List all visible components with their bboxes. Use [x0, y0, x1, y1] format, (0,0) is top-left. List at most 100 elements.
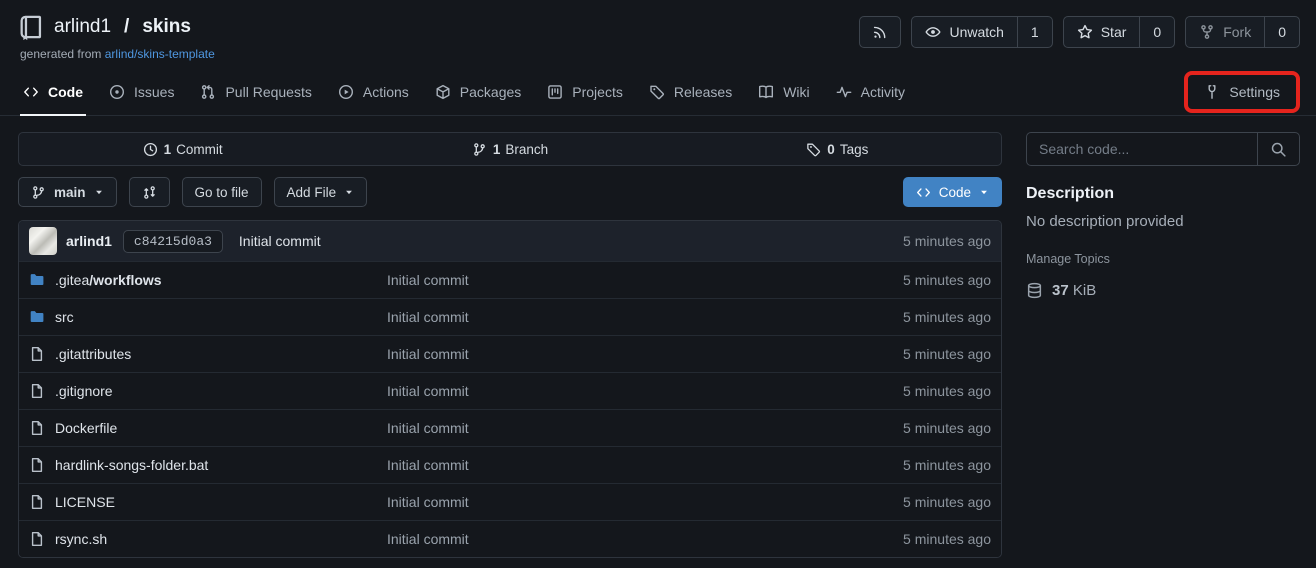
- repo-owner-link[interactable]: arlind1: [54, 16, 111, 38]
- clock-icon: [143, 142, 158, 157]
- file-commit-time: 5 minutes ago: [841, 272, 991, 288]
- unwatch-button[interactable]: Unwatch 1: [911, 16, 1052, 48]
- eye-icon: [925, 24, 941, 40]
- file-icon: [29, 346, 45, 362]
- file-commit-message[interactable]: Initial commit: [387, 420, 841, 436]
- file-link[interactable]: src: [29, 309, 387, 325]
- commit-hash-link[interactable]: c84215d0a3: [123, 230, 223, 253]
- file-link[interactable]: LICENSE: [29, 494, 387, 510]
- actions-icon: [338, 84, 354, 100]
- file-link[interactable]: .gitea/workflows: [29, 272, 387, 288]
- rss-button[interactable]: [859, 16, 901, 48]
- code-download-button[interactable]: Code: [903, 177, 1002, 207]
- fork-button[interactable]: Fork 0: [1185, 16, 1300, 48]
- search-icon: [1270, 141, 1287, 158]
- tab-code[interactable]: Code: [10, 69, 96, 115]
- commit-author-link[interactable]: arlind1: [66, 233, 112, 249]
- table-row: src Initial commit 5 minutes ago: [19, 298, 1001, 335]
- add-file-button[interactable]: Add File: [274, 177, 368, 207]
- commits-stat[interactable]: 1Commit: [19, 133, 346, 165]
- commit-message-link[interactable]: Initial commit: [239, 233, 321, 249]
- file-icon: [29, 494, 45, 510]
- branches-stat[interactable]: 1Branch: [346, 133, 673, 165]
- file-link[interactable]: .gitattributes: [29, 346, 387, 362]
- file-commit-message[interactable]: Initial commit: [387, 346, 841, 362]
- table-row: LICENSE Initial commit 5 minutes ago: [19, 483, 1001, 520]
- description-title: Description: [1026, 185, 1300, 203]
- book-open-icon: [758, 84, 774, 100]
- file-icon: [29, 420, 45, 436]
- pulse-icon: [836, 84, 852, 100]
- file-commit-time: 5 minutes ago: [841, 531, 991, 547]
- tab-pull-requests[interactable]: Pull Requests: [187, 69, 324, 115]
- repo-icon: [18, 14, 44, 40]
- tags-stat[interactable]: 0Tags: [674, 133, 1001, 165]
- table-row: .gitignore Initial commit 5 minutes ago: [19, 372, 1001, 409]
- chevron-down-icon: [344, 187, 354, 197]
- template-repo-link[interactable]: arlind/skins-template: [105, 47, 215, 61]
- file-commit-message[interactable]: Initial commit: [387, 383, 841, 399]
- file-commit-message[interactable]: Initial commit: [387, 531, 841, 547]
- tab-activity[interactable]: Activity: [823, 69, 918, 115]
- code-icon: [916, 185, 931, 200]
- commit-time: 5 minutes ago: [903, 233, 991, 249]
- file-commit-time: 5 minutes ago: [841, 309, 991, 325]
- latest-commit-row: arlind1 c84215d0a3 Initial commit 5 minu…: [19, 221, 1001, 261]
- star-label: Star: [1101, 24, 1127, 40]
- star-icon: [1077, 24, 1093, 40]
- go-to-file-button[interactable]: Go to file: [182, 177, 262, 207]
- tag-icon: [806, 142, 821, 157]
- tab-settings[interactable]: Settings: [1184, 71, 1300, 113]
- star-count[interactable]: 0: [1139, 17, 1174, 47]
- compare-icon: [142, 185, 157, 200]
- project-icon: [547, 84, 563, 100]
- tab-issues[interactable]: Issues: [96, 69, 187, 115]
- compare-button[interactable]: [129, 177, 170, 207]
- branch-icon: [31, 185, 46, 200]
- repo-action-buttons: Unwatch 1 Star 0: [859, 16, 1300, 48]
- repo-stats-bar: 1Commit 1Branch 0Tags: [18, 132, 1002, 166]
- tab-releases[interactable]: Releases: [636, 69, 745, 115]
- manage-topics-link[interactable]: Manage Topics: [1026, 252, 1300, 266]
- file-commit-message[interactable]: Initial commit: [387, 309, 841, 325]
- repo-name-link[interactable]: skins: [142, 16, 191, 38]
- avatar[interactable]: [29, 227, 57, 255]
- file-link[interactable]: hardlink-songs-folder.bat: [29, 457, 387, 473]
- file-commit-time: 5 minutes ago: [841, 346, 991, 362]
- table-row: .gitea/workflows Initial commit 5 minute…: [19, 261, 1001, 298]
- fork-label: Fork: [1223, 24, 1251, 40]
- file-icon: [29, 457, 45, 473]
- generated-from: generated from arlind/skins-template: [20, 47, 215, 61]
- watch-count[interactable]: 1: [1017, 17, 1052, 47]
- search-input[interactable]: [1027, 133, 1257, 165]
- folder-icon: [29, 272, 45, 288]
- file-link[interactable]: .gitignore: [29, 383, 387, 399]
- tab-projects[interactable]: Projects: [534, 69, 636, 115]
- chevron-down-icon: [94, 187, 104, 197]
- rss-icon: [860, 17, 900, 47]
- tab-wiki[interactable]: Wiki: [745, 69, 822, 115]
- table-row: rsync.sh Initial commit 5 minutes ago: [19, 520, 1001, 557]
- fork-count[interactable]: 0: [1264, 17, 1299, 47]
- tools-icon: [1204, 84, 1220, 100]
- file-commit-message[interactable]: Initial commit: [387, 457, 841, 473]
- star-button[interactable]: Star 0: [1063, 16, 1175, 48]
- branch-icon: [472, 142, 487, 157]
- code-search: [1026, 132, 1300, 166]
- file-commit-time: 5 minutes ago: [841, 457, 991, 473]
- repo-nav: Code Issues Pull Requests Actions Packag…: [0, 69, 1316, 116]
- repo-title: arlind1 / skins: [18, 14, 215, 40]
- file-link[interactable]: rsync.sh: [29, 531, 387, 547]
- folder-icon: [29, 309, 45, 325]
- file-commit-message[interactable]: Initial commit: [387, 494, 841, 510]
- table-row: Dockerfile Initial commit 5 minutes ago: [19, 409, 1001, 446]
- branch-selector[interactable]: main: [18, 177, 117, 207]
- tab-actions[interactable]: Actions: [325, 69, 422, 115]
- search-button[interactable]: [1257, 133, 1299, 165]
- tab-packages[interactable]: Packages: [422, 69, 534, 115]
- file-commit-time: 5 minutes ago: [841, 420, 991, 436]
- file-commit-message[interactable]: Initial commit: [387, 272, 841, 288]
- file-link[interactable]: Dockerfile: [29, 420, 387, 436]
- issue-icon: [109, 84, 125, 100]
- table-row: .gitattributes Initial commit 5 minutes …: [19, 335, 1001, 372]
